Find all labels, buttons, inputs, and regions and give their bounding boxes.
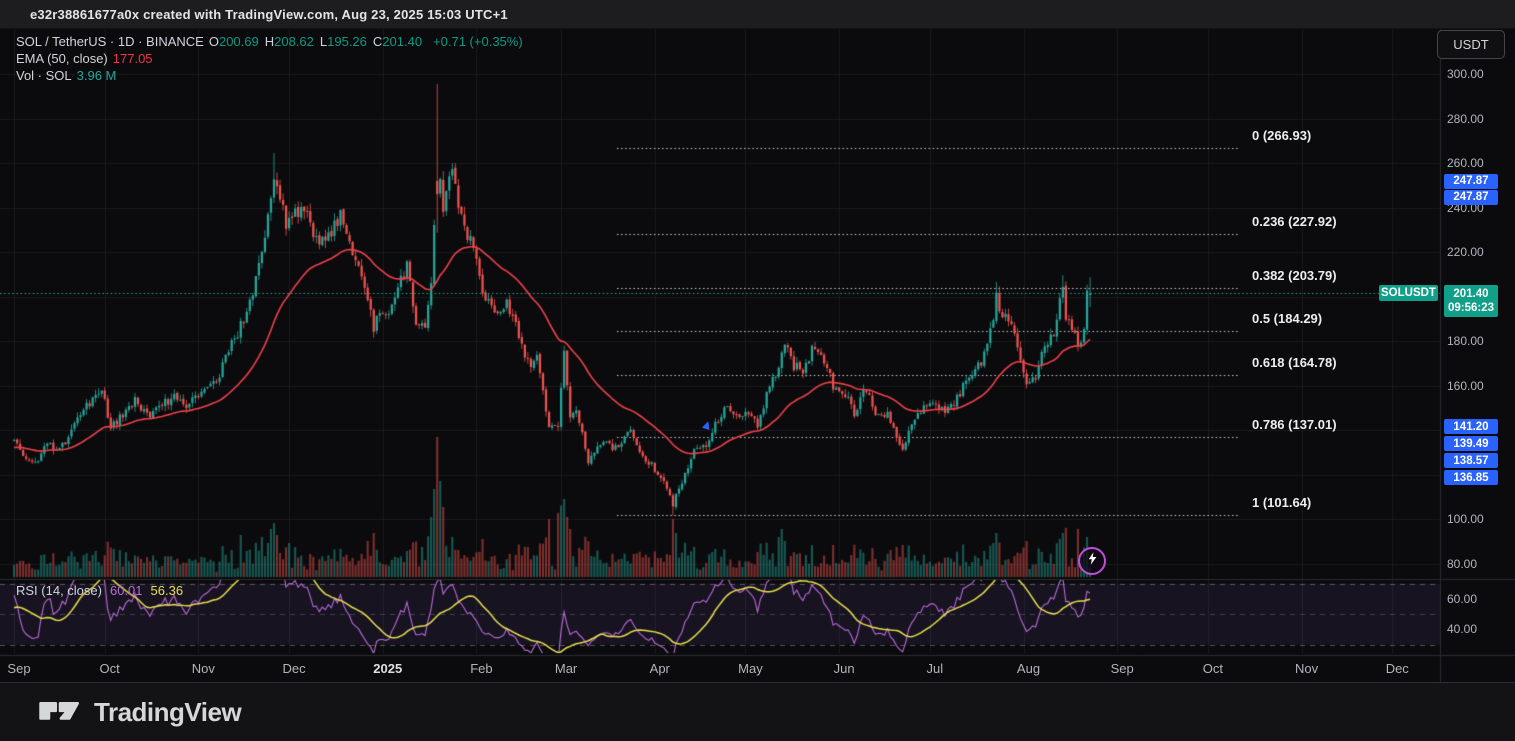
- fib-level-label: 0.786 (137.01): [1252, 417, 1337, 432]
- ohlc-value: 201.40: [382, 34, 422, 49]
- ohlc-letter: O: [209, 34, 219, 49]
- ema-legend-row[interactable]: EMA (50, close) 177.05: [16, 50, 523, 67]
- volume-legend-row[interactable]: Vol · SOL 3.96 M: [16, 67, 523, 84]
- alert-price-tag: 141.20: [1444, 419, 1498, 434]
- ohlc-letter: C: [373, 34, 382, 49]
- price-tick-label: 220.00: [1447, 245, 1484, 259]
- rsi-label: RSI (14, close): [16, 583, 102, 598]
- price-chart-canvas[interactable]: [0, 0, 1515, 741]
- time-tick-label: Oct: [1203, 661, 1223, 676]
- rsi-tick-label: 60.00: [1447, 592, 1477, 606]
- change-value: +0.71 (+0.35%): [433, 33, 523, 50]
- price-tick-label: 160.00: [1447, 379, 1484, 393]
- ohlc-value: 195.26: [327, 34, 367, 49]
- time-tick-label: Feb: [470, 661, 492, 676]
- volume-label: Vol · SOL: [16, 67, 72, 84]
- time-tick-label: Jun: [834, 661, 855, 676]
- last-price-value: 201.40: [1453, 287, 1488, 301]
- ohlc-letter: H: [265, 34, 274, 49]
- price-tick-label: 180.00: [1447, 334, 1484, 348]
- fib-level-label: 1 (101.64): [1252, 495, 1311, 510]
- tradingview-logo-text: TradingView: [94, 697, 241, 728]
- symbol-price-label-text: SOLUSDT: [1381, 287, 1436, 299]
- ohlc-value: 208.62: [274, 34, 314, 49]
- price-tick-label: 80.00: [1447, 557, 1477, 571]
- rsi-legend-row[interactable]: RSI (14, close) 60.01 56.36: [16, 583, 183, 598]
- volume-value: 3.96 M: [77, 67, 117, 84]
- symbol-price-label: SOLUSDT: [1379, 285, 1438, 301]
- time-tick-label: Nov: [1295, 661, 1318, 676]
- alert-price-tag: 138.57: [1444, 453, 1498, 468]
- tradingview-logo-icon: [38, 696, 82, 729]
- time-tick-label: Dec: [282, 661, 305, 676]
- time-tick-label: Dec: [1386, 661, 1409, 676]
- ema-value: 177.05: [113, 50, 153, 67]
- attribution-text: e32r38861677a0x created with TradingView…: [30, 7, 508, 22]
- price-tick-label: 280.00: [1447, 112, 1484, 126]
- fib-level-label: 0.618 (164.78): [1252, 355, 1337, 370]
- attribution-bar: e32r38861677a0x created with TradingView…: [0, 0, 1515, 29]
- ohlc-values: O200.69H208.62L195.26C201.40: [209, 33, 428, 50]
- price-axis[interactable]: 201.40 09:56:23 300.00280.00260.00240.00…: [1440, 28, 1515, 682]
- time-tick-label: Oct: [100, 661, 120, 676]
- tradingview-chart-window: e32r38861677a0x created with TradingView…: [0, 0, 1515, 741]
- time-tick-label: May: [738, 661, 763, 676]
- tradingview-logo[interactable]: TradingView: [38, 696, 241, 729]
- time-tick-label: Sep: [1111, 661, 1134, 676]
- time-tick-label: Sep: [7, 661, 30, 676]
- fib-level-label: 0.382 (203.79): [1252, 268, 1337, 283]
- fib-level-label: 0.236 (227.92): [1252, 214, 1337, 229]
- ema-label: EMA (50, close): [16, 50, 108, 67]
- bar-countdown: 09:56:23: [1448, 301, 1494, 315]
- time-tick-label: Mar: [555, 661, 577, 676]
- alert-price-tag: 247.87: [1444, 190, 1498, 205]
- symbol-legend-row[interactable]: SOL / TetherUS · 1D · BINANCE O200.69H20…: [16, 33, 523, 50]
- chart-legend: SOL / TetherUS · 1D · BINANCE O200.69H20…: [16, 33, 523, 84]
- fib-level-label: 0.5 (184.29): [1252, 311, 1322, 326]
- time-tick-label: 2025: [373, 661, 402, 676]
- time-tick-label: Apr: [650, 661, 670, 676]
- lightning-icon: [1085, 551, 1100, 571]
- price-tick-label: 100.00: [1447, 512, 1484, 526]
- price-tick-label: 260.00: [1447, 156, 1484, 170]
- rsi-ma-value: 56.36: [151, 583, 184, 598]
- alert-price-tag: 247.87: [1444, 174, 1498, 189]
- boost-lightning-badge[interactable]: [1078, 547, 1106, 575]
- last-price-tag: 201.40 09:56:23: [1444, 285, 1498, 317]
- rsi-tick-label: 40.00: [1447, 622, 1477, 636]
- alert-price-tag: 136.85: [1444, 470, 1498, 485]
- ohlc-value: 200.69: [219, 34, 259, 49]
- footer-bar: TradingView: [0, 682, 1515, 741]
- time-tick-label: Nov: [192, 661, 215, 676]
- fib-level-label: 0 (266.93): [1252, 128, 1311, 143]
- symbol-title: SOL / TetherUS · 1D · BINANCE: [16, 33, 204, 50]
- time-tick-label: Jul: [927, 661, 944, 676]
- price-tick-label: 300.00: [1447, 67, 1484, 81]
- time-tick-label: Aug: [1017, 661, 1040, 676]
- rsi-value: 60.01: [110, 583, 143, 598]
- alert-price-tag: 139.49: [1444, 436, 1498, 451]
- time-axis[interactable]: Sep Oct Nov Dec 2025 Feb Mar Apr May Jun Jul Aug Sep…: [0, 654, 1440, 682]
